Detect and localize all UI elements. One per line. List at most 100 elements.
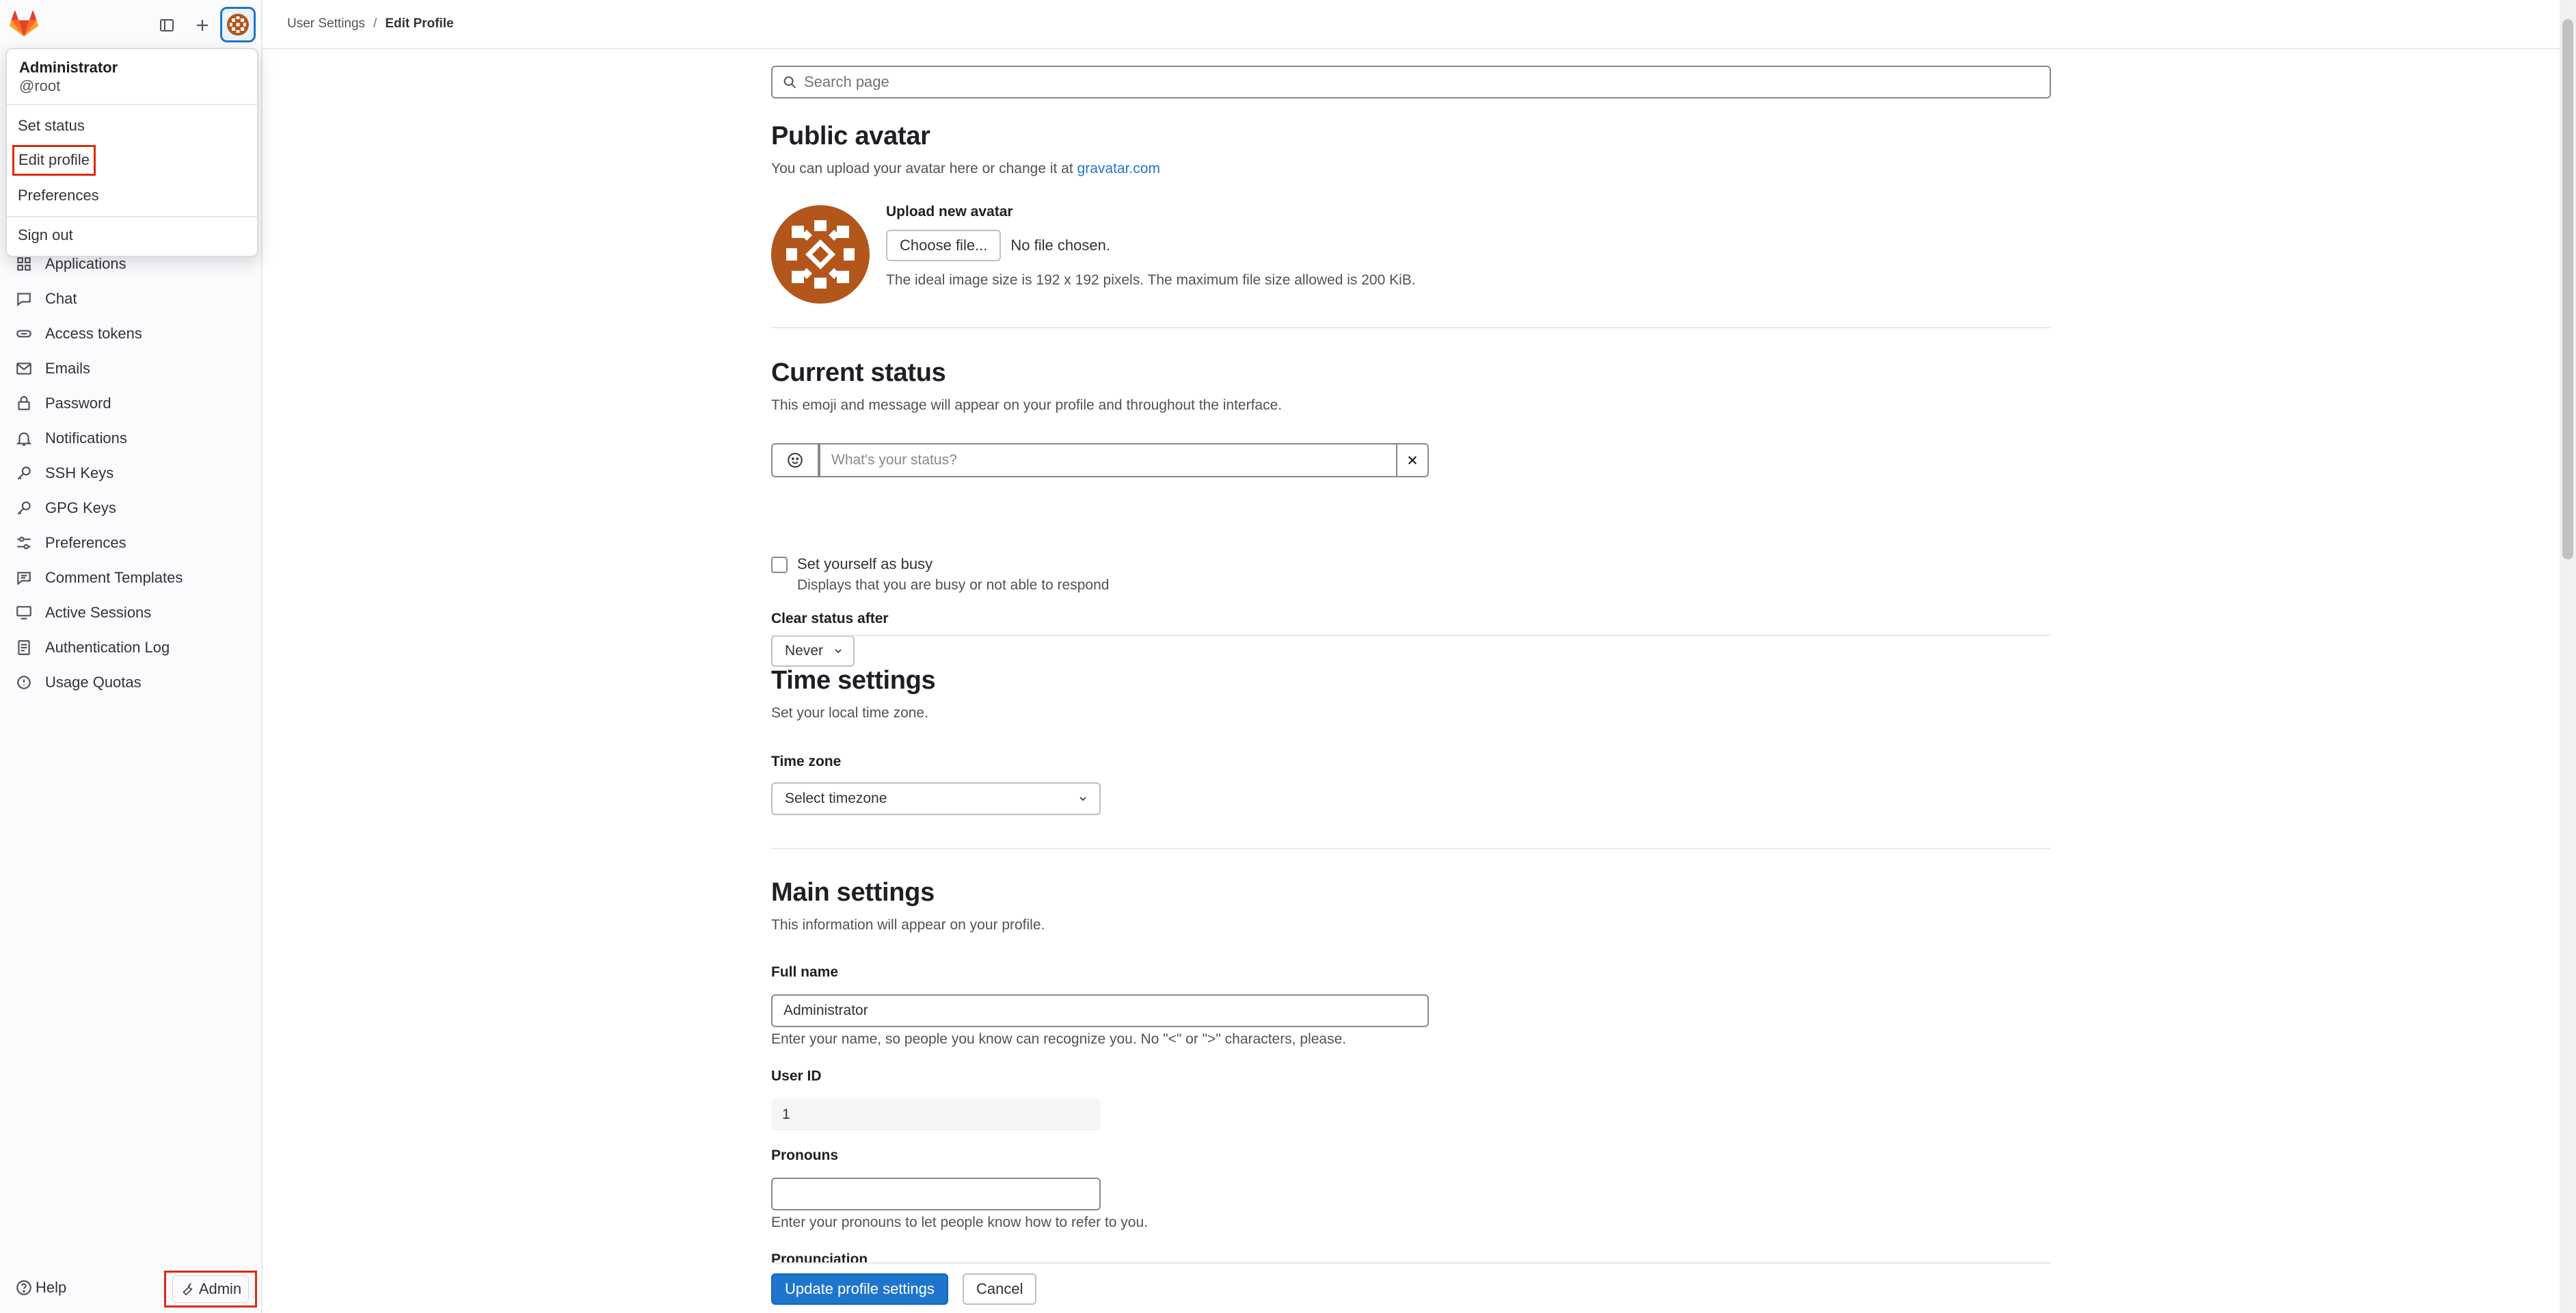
admin-label: Admin xyxy=(198,1280,242,1297)
help-icon xyxy=(16,1280,31,1295)
key-icon xyxy=(17,466,31,479)
sidebar-item-label: Usage Quotas xyxy=(45,673,142,691)
busy-checkbox-row: Set yourself as busy Displays that you a… xyxy=(771,555,1109,594)
busy-label[interactable]: Set yourself as busy xyxy=(797,555,1109,573)
busy-help: Displays that you are busy or not able t… xyxy=(797,577,1110,593)
sidebar-item-label: Emails xyxy=(45,359,91,377)
bell-icon xyxy=(16,432,32,446)
help-button[interactable]: Help xyxy=(15,1279,66,1297)
avatar-section-description: You can upload your avatar here or chang… xyxy=(771,161,2051,177)
gitlab-tanuki-icon[interactable] xyxy=(10,10,38,38)
avatar-section: Public avatar You can upload your avatar… xyxy=(771,122,2051,177)
sidebar-item-authentication-log[interactable]: Authentication Log xyxy=(0,630,263,665)
update-profile-button[interactable]: Update profile settings xyxy=(771,1273,948,1305)
full-name-label: Full name xyxy=(771,964,839,980)
user-avatar-icon xyxy=(227,14,249,36)
busy-checkbox[interactable] xyxy=(771,557,788,573)
sidebar-item-notifications[interactable]: Notifications xyxy=(0,421,263,455)
search-placeholder: Search page xyxy=(804,73,889,90)
timezone-select[interactable]: Select timezone xyxy=(771,782,1101,815)
breadcrumb-parent[interactable]: User Settings xyxy=(287,16,365,31)
sidebar-item-gpg-keys[interactable]: GPG Keys xyxy=(0,490,263,525)
user-id-label: User ID xyxy=(771,1068,822,1084)
new-item-button[interactable] xyxy=(187,10,217,40)
busy-text-block: Set yourself as busy Displays that you a… xyxy=(797,555,1109,594)
gravatar-link[interactable]: gravatar.com xyxy=(1077,161,1160,176)
pronouns-help: Enter your pronouns to let people know h… xyxy=(771,1215,1148,1230)
log-icon xyxy=(18,639,30,655)
scrollbar-thumb[interactable] xyxy=(2562,19,2573,559)
top-header: User Settings / Edit Profile xyxy=(263,0,2576,49)
user-avatar-button[interactable] xyxy=(220,7,256,42)
close-icon xyxy=(1408,455,1417,465)
user-menu-dropdown: Administrator @root Set status Edit prof… xyxy=(5,48,258,257)
sidebar-nav: Applications Chat Access tokens Emails P… xyxy=(0,246,263,700)
sidebar-item-comment-templates[interactable]: Comment Templates xyxy=(0,560,263,595)
menu-item-preferences[interactable]: Preferences xyxy=(7,178,257,213)
full-name-input[interactable]: Administrator xyxy=(771,994,1429,1027)
quota-icon xyxy=(17,675,31,689)
main-content: Search page Public avatar You can upload… xyxy=(771,66,2051,1267)
admin-button[interactable]: Admin xyxy=(164,1271,257,1308)
sidebar-item-label: GPG Keys xyxy=(45,499,116,516)
mail-icon xyxy=(16,362,31,375)
file-picker-row: Choose file... No file chosen. xyxy=(886,230,1570,261)
cancel-button[interactable]: Cancel xyxy=(963,1273,1037,1305)
search-icon xyxy=(783,76,796,88)
status-message-input[interactable]: What's your status? xyxy=(819,443,1396,477)
monitor-icon xyxy=(16,605,31,620)
search-page-input[interactable]: Search page xyxy=(771,66,2051,98)
user-id-value: 1 xyxy=(782,1106,790,1122)
emoji-picker-button[interactable] xyxy=(771,443,819,477)
breadcrumb-current[interactable]: Edit Profile xyxy=(385,16,453,31)
clear-status-button[interactable] xyxy=(1396,443,1429,477)
sidebar-item-usage-quotas[interactable]: Usage Quotas xyxy=(0,665,263,700)
main-settings-description: This information will appear on your pro… xyxy=(771,917,1045,933)
sidebar-item-password[interactable]: Password xyxy=(0,386,263,421)
time-section-title: Time settings xyxy=(771,666,936,695)
sidebar-item-access-tokens[interactable]: Access tokens xyxy=(0,316,263,351)
sidebar-item-preferences[interactable]: Preferences xyxy=(0,525,263,560)
sidebar-item-active-sessions[interactable]: Active Sessions xyxy=(0,595,263,630)
sidebar-item-label: Comment Templates xyxy=(45,568,183,586)
sidebar-item-label: Access tokens xyxy=(45,324,142,342)
sidebar-item-emails[interactable]: Emails xyxy=(0,351,263,386)
menu-item-set-status[interactable]: Set status xyxy=(7,108,257,143)
choose-file-button[interactable]: Choose file... xyxy=(886,230,1002,261)
user-menu-header[interactable]: Administrator @root xyxy=(7,49,257,105)
sidebar-item-label: Notifications xyxy=(45,429,127,447)
plus-icon xyxy=(197,20,208,31)
status-section: Current status This emoji and message wi… xyxy=(771,358,2051,414)
menu-item-edit-profile[interactable]: Edit profile xyxy=(7,143,257,178)
lock-icon xyxy=(18,395,30,410)
breadcrumb-separator: / xyxy=(373,16,377,31)
clear-status-value: Never xyxy=(785,643,824,659)
sidebar-toggle-button[interactable] xyxy=(152,10,182,40)
full-name-value: Administrator xyxy=(783,1003,868,1018)
time-section-description: Set your local time zone. xyxy=(771,705,928,721)
sidebar-item-ssh-keys[interactable]: SSH Keys xyxy=(0,455,263,490)
sidebar-toggle-icon xyxy=(160,19,174,31)
menu-item-sign-out[interactable]: Sign out xyxy=(7,217,257,252)
avatar-desc-text: You can upload your avatar here or chang… xyxy=(771,161,1077,176)
time-section: Time settings Set your local time zone. xyxy=(771,666,936,721)
avatar-size-hint: The ideal image size is 192 x 192 pixels… xyxy=(886,272,1416,288)
pronouns-input[interactable] xyxy=(771,1178,1101,1210)
comment-icon xyxy=(17,292,31,306)
sidebar-item-label: Authentication Log xyxy=(45,638,170,656)
section-divider xyxy=(771,635,2051,636)
sidebar-item-label: SSH Keys xyxy=(45,464,114,481)
help-label: Help xyxy=(36,1279,67,1296)
sidebar-item-chat[interactable]: Chat xyxy=(0,281,263,316)
page-scrollbar[interactable] xyxy=(2560,0,2576,1313)
clear-status-label: Clear status after xyxy=(771,611,889,626)
main-settings-section: Main settings This information will appe… xyxy=(771,878,1045,933)
chevron-down-icon xyxy=(835,649,842,654)
menu-item-label: Set status xyxy=(18,116,85,134)
clear-status-dropdown[interactable]: Never xyxy=(771,635,855,667)
admin-button-inner: Admin xyxy=(172,1275,250,1303)
user-id-field: 1 xyxy=(771,1098,1101,1131)
status-section-title: Current status xyxy=(771,358,946,387)
avatar-section-title: Public avatar xyxy=(771,122,930,150)
wrench-icon xyxy=(183,1283,193,1296)
